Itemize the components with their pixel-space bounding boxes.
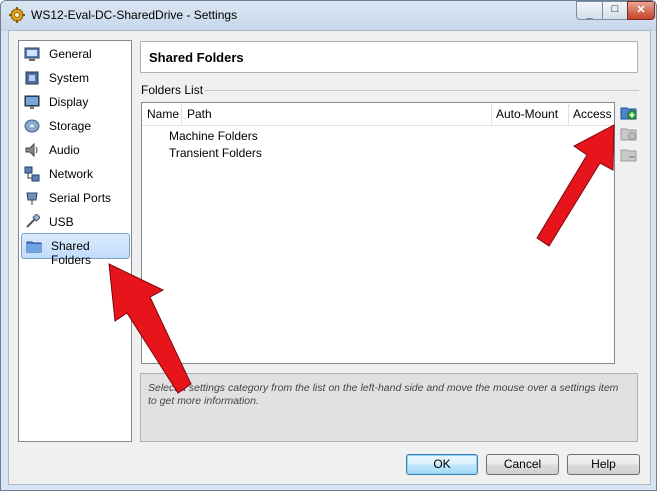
annotation-arrow-to-shared-folders bbox=[108, 263, 192, 394]
annotation-arrow-to-add-button bbox=[536, 124, 615, 247]
annotation-arrows bbox=[108, 124, 615, 394]
